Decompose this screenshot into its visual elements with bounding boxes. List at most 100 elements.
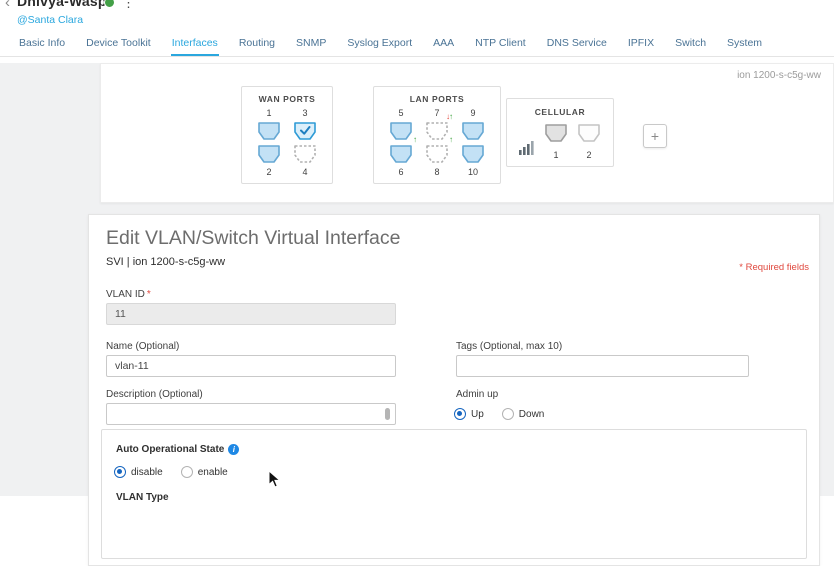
tab-basic-info[interactable]: Basic Info <box>18 32 66 56</box>
admin-up-label: Admin up <box>456 389 498 400</box>
tab-snmp[interactable]: SNMP <box>295 32 327 56</box>
port-up-arrow-icon: ↑ <box>449 136 452 144</box>
tab-switch[interactable]: Switch <box>674 32 707 56</box>
device-panel: ion 1200-s-c5g-ww WAN PORTS 1 3 2 4 LAN POR… <box>100 63 834 203</box>
port-icon <box>257 121 281 141</box>
signal-bars-icon <box>519 139 535 160</box>
port-number: 10 <box>468 167 478 177</box>
lan-port-7[interactable]: ↓↑ <box>425 121 449 141</box>
description-label: Description (Optional) <box>106 389 203 400</box>
port-number: 5 <box>398 108 403 118</box>
device-name-heading: Dhivya-Wasp <box>17 0 107 9</box>
tab-dns-service[interactable]: DNS Service <box>546 32 608 56</box>
tags-label: Tags (Optional, max 10) <box>456 341 562 352</box>
cellular-group: CELLULAR 12 <box>506 98 614 167</box>
wan-port-1[interactable] <box>257 121 281 141</box>
tab-aaa[interactable]: AAA <box>432 32 455 56</box>
site-link[interactable]: @Santa Clara <box>17 14 83 26</box>
radio-label: Up <box>471 409 484 420</box>
radio-up[interactable]: Up <box>454 408 484 420</box>
tab-syslog-export[interactable]: Syslog Export <box>346 32 413 56</box>
description-input[interactable] <box>106 403 396 425</box>
add-interface-button[interactable]: + <box>643 124 667 148</box>
port-up-arrow-icon: ↑ <box>413 136 416 144</box>
port-number: 6 <box>398 167 403 177</box>
radio-label: Down <box>519 409 545 420</box>
port-icon <box>425 121 449 141</box>
tab-routing[interactable]: Routing <box>238 32 276 56</box>
drag-handle-icon[interactable] <box>385 408 390 420</box>
lan-ports-title: LAN PORTS <box>388 94 486 104</box>
lan-port-grid: 579↓↑↑↑6810 <box>388 108 486 177</box>
tab-system[interactable]: System <box>726 32 763 56</box>
tags-input[interactable] <box>456 355 749 377</box>
top-bar: ‹ Dhivya-Wasp ⋮ @Santa Clara <box>0 0 834 32</box>
tab-bar: Basic Info Device Toolkit Interfaces Routin… <box>0 32 834 57</box>
description-field-wrap <box>106 403 396 425</box>
port-icon <box>389 121 413 141</box>
wan-ports-group: WAN PORTS 1 3 2 4 <box>241 86 333 184</box>
lan-port-9[interactable] <box>461 121 485 141</box>
required-fields-note: * Required fields <box>739 262 809 273</box>
wan-port-4[interactable] <box>293 144 317 164</box>
online-status-icon <box>104 0 115 8</box>
wan-ports-title: WAN PORTS <box>256 94 318 104</box>
lan-ports-group: LAN PORTS 579↓↑↑↑6810 <box>373 86 501 184</box>
device-model-label: ion 1200-s-c5g-ww <box>737 70 821 81</box>
tab-interfaces[interactable]: Interfaces <box>171 32 219 56</box>
required-asterisk: * <box>147 289 151 300</box>
name-input[interactable] <box>106 355 396 377</box>
port-icon <box>461 121 485 141</box>
cellular-ports: 12 <box>544 123 601 160</box>
edit-vlan-form: Edit VLAN/Switch Virtual Interface SVI |… <box>88 214 820 566</box>
port-number: 1 <box>266 108 271 118</box>
cellular-port-2[interactable]: 2 <box>577 123 601 160</box>
port-updown-arrows-icon: ↓↑ <box>446 113 452 121</box>
port-number: 2 <box>577 150 601 160</box>
tab-ipfix[interactable]: IPFIX <box>627 32 655 56</box>
port-icon <box>544 123 568 143</box>
port-number: 2 <box>266 167 271 177</box>
kebab-menu-icon[interactable]: ⋮ <box>122 0 135 11</box>
port-icon <box>293 144 317 164</box>
wan-port-3[interactable] <box>293 121 317 141</box>
port-number: 1 <box>544 150 568 160</box>
port-icon <box>425 144 449 164</box>
wan-port-grid: 1 3 2 4 <box>256 108 318 177</box>
radio-label: enable <box>198 467 228 478</box>
radio-circle-icon <box>181 466 193 478</box>
vlan-type-label: VLAN Type <box>116 492 169 503</box>
tab-device-toolkit[interactable]: Device Toolkit <box>85 32 152 56</box>
wan-port-2[interactable] <box>257 144 281 164</box>
lan-port-6[interactable]: ↑ <box>389 144 413 164</box>
lan-port-10[interactable] <box>461 144 485 164</box>
admin-up-radio-group: Up Down <box>454 408 544 420</box>
radio-disable[interactable]: disable <box>114 466 163 478</box>
port-icon <box>257 144 281 164</box>
lan-port-5[interactable] <box>389 121 413 141</box>
name-label: Name (Optional) <box>106 341 179 352</box>
vlan-id-input[interactable] <box>106 303 396 325</box>
port-number: 3 <box>302 108 307 118</box>
auto-operational-state-label: Auto Operational State i <box>116 444 239 455</box>
port-icon <box>293 121 317 141</box>
port-number: 8 <box>434 167 439 177</box>
radio-circle-icon <box>502 408 514 420</box>
info-icon[interactable]: i <box>228 444 239 455</box>
cellular-title: CELLULAR <box>519 107 601 117</box>
cellular-port-1[interactable]: 1 <box>544 123 568 160</box>
lan-port-8[interactable]: ↑ <box>425 144 449 164</box>
port-icon <box>389 144 413 164</box>
port-number: 7 <box>434 108 439 118</box>
radio-down[interactable]: Down <box>502 408 545 420</box>
radio-enable[interactable]: enable <box>181 466 228 478</box>
content-area: ion 1200-s-c5g-ww WAN PORTS 1 3 2 4 LAN POR… <box>0 57 834 496</box>
port-number: 9 <box>470 108 475 118</box>
radio-circle-icon <box>454 408 466 420</box>
form-title: Edit VLAN/Switch Virtual Interface <box>106 227 400 250</box>
port-icon <box>577 123 601 143</box>
tab-ntp-client[interactable]: NTP Client <box>474 32 527 56</box>
back-chevron-icon[interactable]: ‹ <box>5 0 10 11</box>
port-number: 4 <box>302 167 307 177</box>
radio-label: disable <box>131 467 163 478</box>
